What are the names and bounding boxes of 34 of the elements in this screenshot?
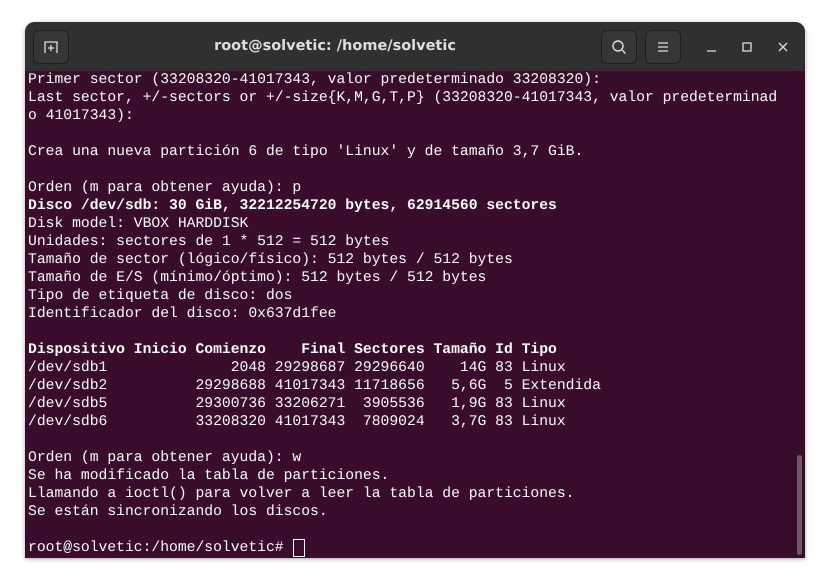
text-cursor [292,539,305,557]
terminal-line: Last sector, +/-sectors or +/-size{K,M,G,T,P} (33208320-41017343, valor predeterminad [28,90,778,106]
terminal-line: Unidades: sectores de 1 * 512 = 512 bytes [28,234,390,250]
maximize-icon [742,42,752,52]
terminal-line: /dev/sdb2 29298688 41017343 11718656 5,6G 5 Extendida [28,378,601,394]
terminal-line: Orden (m para obtener ayuda): w [28,450,302,466]
minimize-icon [706,50,716,52]
search-button[interactable] [601,30,637,64]
terminal-line: Crea una nueva partición 6 de tipo 'Linux' y de tamaño 3,7 GiB. [28,144,584,160]
close-icon [778,42,788,52]
terminal-line: o 41017343): [28,108,134,124]
terminal-line: /dev/sdb5 29300736 33206271 3905536 1,9G 83 Linux [28,396,566,412]
search-icon [611,38,627,54]
terminal-line: Tamaño de sector (lógico/físico): 512 bytes / 512 bytes [28,252,513,268]
menu-icon [656,40,670,52]
menu-button[interactable] [645,30,681,64]
new-tab-icon [43,38,59,54]
terminal-line: Disk model: VBOX HARDDISK [28,216,248,232]
terminal-line: Dispositivo Inicio Comienzo Final Sectores Tamaño Id Tipo [28,342,557,358]
terminal-line: Tipo de etiqueta de disco: dos [28,288,292,304]
terminal-line: /dev/sdb1 2048 29298687 29296640 14G 83 Linux [28,360,566,376]
terminal-line: Se están sincronizando los discos. [28,504,328,520]
shell-prompt: root@solvetic:/home/solvetic# [28,540,284,556]
terminal-line: Disco /dev/sdb: 30 GiB, 32212254720 bytes, 62914560 sectores [28,198,557,214]
terminal-line: Se ha modificado la tabla de particiones. [28,468,390,484]
terminal-line: Identificador del disco: 0x637d1fee [28,306,336,322]
scrollbar[interactable] [797,455,802,555]
terminal-line: Llamando a ioctl() para volver a leer la tabla de particiones. [28,486,574,502]
new-tab-button[interactable] [33,30,69,64]
terminal-line: Primer sector (33208320-41017343, valor predeterminado 33208320): [28,72,601,88]
terminal-line: /dev/sdb6 33208320 41017343 7809024 3,7G 83 Linux [28,414,566,430]
window-title: root@solvetic: /home/solvetic [213,36,457,56]
terminal-line: Orden (m para obtener ayuda): p [28,180,302,196]
terminal-line: Tamaño de E/S (mínimo/óptimo): 512 bytes / 512 bytes [28,270,486,286]
